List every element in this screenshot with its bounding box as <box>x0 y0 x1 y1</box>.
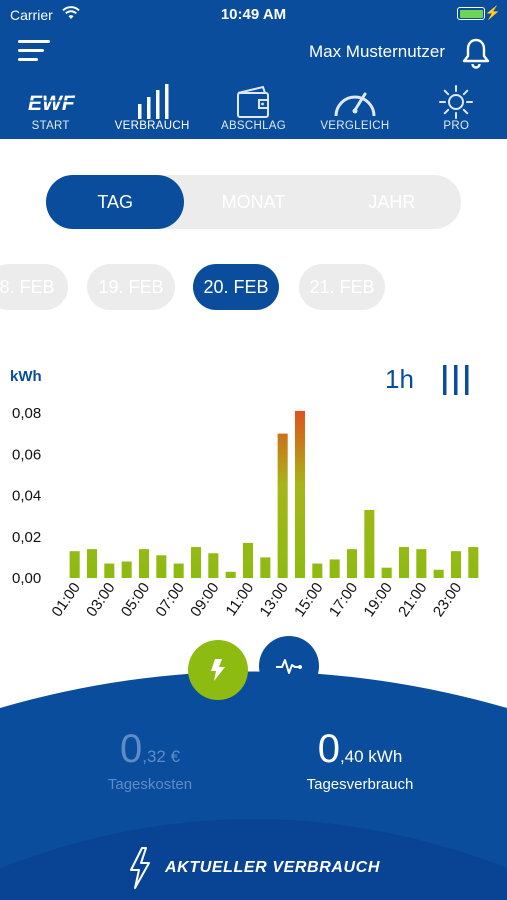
x-tick-label: 07:00 <box>152 580 187 621</box>
chart-bar[interactable] <box>208 553 219 578</box>
date-chip-selected[interactable]: 20. FEB <box>193 264 279 310</box>
date-chip-next[interactable]: 21. FEB <box>299 264 385 310</box>
lightning-outline-icon <box>130 847 151 889</box>
x-tick-label: 17:00 <box>326 580 361 621</box>
power-mode-button[interactable] <box>188 640 248 700</box>
hamburger-menu-icon[interactable] <box>18 40 50 66</box>
battery-icon <box>457 7 485 20</box>
chart-bar[interactable] <box>156 555 167 578</box>
charging-icon: ⚡ <box>484 5 501 20</box>
chart-bar[interactable] <box>450 551 462 578</box>
y-tick-label: 0,08 <box>12 405 41 422</box>
daily-usage: 0,40 kWh Tagesverbrauch <box>280 727 440 793</box>
x-tick-label: 03:00 <box>83 580 118 621</box>
cost-fraction: ,32 € <box>142 747 181 766</box>
daily-cost: 0,32 € Tageskosten <box>80 727 220 793</box>
chart-bar[interactable] <box>173 563 184 578</box>
chart-bar[interactable] <box>346 549 358 578</box>
lightning-icon <box>211 659 225 681</box>
chart-bar[interactable] <box>138 549 150 578</box>
nav-vergleich[interactable]: VERGLEICH <box>304 84 405 138</box>
nav-pro[interactable]: PRO <box>406 84 507 138</box>
y-tick-label: 0,04 <box>12 488 41 505</box>
gauge-icon <box>304 84 405 120</box>
chart-bar[interactable] <box>86 549 98 578</box>
consumption-chart: 0,00 0,02 0,04 0,06 0,08 01:00 03:00 05:00 07:0… <box>12 405 479 621</box>
usage-fraction: ,40 kWh <box>339 747 403 766</box>
chart-bar[interactable] <box>190 547 202 578</box>
resolution-toggle[interactable]: 1h <box>385 364 414 395</box>
user-name[interactable]: Max Musternutzer <box>309 42 445 62</box>
x-tick-label: 23:00 <box>430 580 465 621</box>
segment-jahr[interactable]: JAHR <box>323 175 461 229</box>
clock: 10:49 AM <box>220 6 287 23</box>
nav-start-label: START <box>31 120 70 132</box>
x-tick-label: 15:00 <box>291 580 326 621</box>
x-tick-label: 13:00 <box>256 580 291 621</box>
x-tick-label: 01:00 <box>48 580 83 621</box>
usage-integer: 0 <box>317 727 340 771</box>
cost-integer: 0 <box>119 727 143 771</box>
chart-bar[interactable] <box>416 549 427 578</box>
current-consumption-button[interactable]: AKTUELLER VERBRAUCH <box>0 836 507 900</box>
usage-caption: Tagesverbrauch <box>306 776 414 793</box>
chart-bar[interactable] <box>329 559 340 578</box>
period-segment: TAG MONAT JAHR <box>46 175 461 229</box>
y-axis-unit: kWh <box>10 368 42 385</box>
nav-abschlag[interactable]: ABSCHLAG <box>203 84 304 138</box>
ewf-logo-icon: EWF <box>0 84 101 120</box>
nav-vergleich-label: VERGLEICH <box>320 120 390 132</box>
cta-label: AKTUELLER VERBRAUCH <box>165 859 380 876</box>
chart-bar[interactable] <box>121 561 132 579</box>
nav-pro-label: PRO <box>443 120 470 132</box>
x-tick-label: 19:00 <box>360 580 395 621</box>
cost-caption: Tageskosten <box>107 776 193 793</box>
chart-bar[interactable] <box>104 563 115 578</box>
nav-verbrauch-label: VERBRAUCH <box>114 120 190 132</box>
nav-verbrauch[interactable]: VERBRAUCH <box>101 84 202 138</box>
nav-start[interactable]: EWF START <box>0 84 101 138</box>
chart-bar[interactable] <box>398 547 410 578</box>
y-tick-label: 0,06 <box>12 446 41 463</box>
date-chip-prev[interactable]: 19. FEB <box>87 264 175 310</box>
chart-bar[interactable] <box>381 567 392 578</box>
x-tick-label: 21:00 <box>395 580 430 621</box>
chart-bar[interactable] <box>433 569 444 578</box>
sun-icon <box>406 84 507 120</box>
x-tick-label: 11:00 <box>222 580 257 620</box>
pulse-icon <box>276 659 302 674</box>
bar-chart-icon <box>101 84 202 120</box>
status-bar: Carrier 10:49 AM ⚡ <box>0 0 507 28</box>
segment-monat[interactable]: MONAT <box>184 175 322 229</box>
y-tick-label: 0,00 <box>12 570 41 587</box>
app-header: Carrier 10:49 AM ⚡ Max Musternutzer EWF <box>0 0 507 139</box>
live-mode-button[interactable] <box>259 636 319 696</box>
segment-tag[interactable]: TAG <box>46 175 185 229</box>
chart-bar[interactable] <box>260 557 271 578</box>
y-tick-label: 0,02 <box>12 529 41 546</box>
wallet-icon <box>203 84 304 120</box>
bell-icon[interactable] <box>459 36 493 70</box>
chart-bar[interactable] <box>468 547 479 578</box>
chart-bar[interactable] <box>364 509 375 578</box>
date-selector: 8. FEB 19. FEB 20. FEB 21. FEB <box>0 264 507 310</box>
bar-view-icon[interactable] <box>441 364 473 396</box>
chart-bar[interactable] <box>242 542 254 578</box>
chart-bar[interactable] <box>277 433 288 578</box>
chart-bar[interactable] <box>69 551 80 578</box>
main-nav: EWF START VERBRAUCH ABSCHLAG VERGLEICH P… <box>0 84 507 138</box>
chart-bar[interactable] <box>312 563 323 578</box>
nav-abschlag-label: ABSCHLAG <box>220 120 287 132</box>
chart-bar[interactable] <box>294 410 306 578</box>
date-chip-prev2[interactable]: 8. FEB <box>0 264 68 310</box>
x-tick-label: 09:00 <box>187 580 222 621</box>
chart-bar[interactable] <box>225 571 236 578</box>
x-tick-label: 05:00 <box>118 580 153 621</box>
